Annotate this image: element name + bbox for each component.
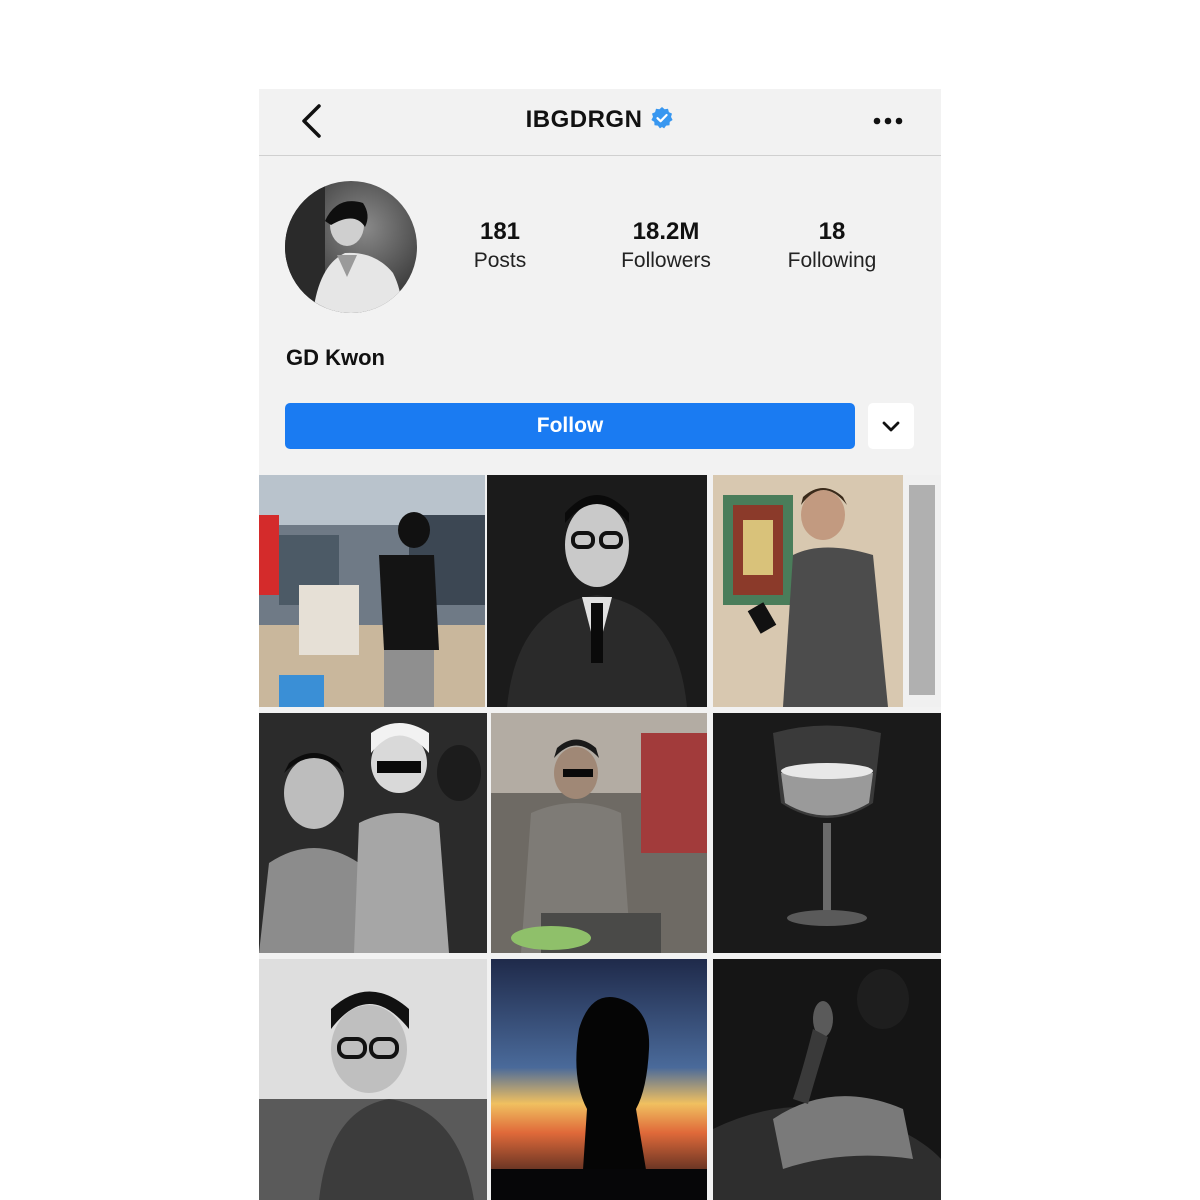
follow-button[interactable]: Follow: [285, 403, 855, 449]
posts-value: 181: [479, 218, 521, 245]
suggested-dropdown-button[interactable]: [868, 403, 914, 449]
username-title: IBGDRGN: [259, 106, 941, 137]
post-thumbnail-4[interactable]: [259, 713, 487, 953]
more-horizontal-icon: [873, 117, 903, 125]
post-thumbnail-2[interactable]: [487, 475, 707, 707]
post-thumbnail-8[interactable]: [491, 959, 707, 1200]
post-thumbnail-1[interactable]: [259, 475, 485, 707]
posts-count[interactable]: 181 Posts: [430, 217, 570, 275]
post-thumbnail-7[interactable]: [259, 959, 487, 1200]
username-text: IBGDRGN: [525, 106, 643, 133]
post-thumbnail-9[interactable]: [713, 959, 941, 1200]
display-name: GD Kwon: [286, 345, 385, 370]
more-options-button[interactable]: [869, 107, 909, 135]
following-label: Following: [787, 249, 877, 272]
following-value: 18: [818, 218, 846, 245]
post-thumbnail-5[interactable]: [491, 713, 707, 953]
post-thumbnail-3[interactable]: [713, 475, 941, 707]
followers-value: 18.2M: [632, 218, 700, 245]
navigation-bar: IBGDRGN: [259, 89, 941, 156]
chevron-down-icon: [882, 421, 900, 432]
followers-count[interactable]: 18.2M Followers: [596, 217, 736, 275]
posts-grid: [259, 475, 941, 1200]
avatar[interactable]: [285, 181, 417, 313]
profile-screen: IBGDRGN 181 Posts 18.2M Followers 18 Fol…: [259, 89, 941, 1200]
followers-label: Followers: [621, 249, 711, 272]
post-thumbnail-6[interactable]: [713, 713, 941, 953]
posts-label: Posts: [473, 249, 527, 272]
following-count[interactable]: 18 Following: [762, 217, 902, 275]
verified-badge-icon: [650, 106, 674, 137]
